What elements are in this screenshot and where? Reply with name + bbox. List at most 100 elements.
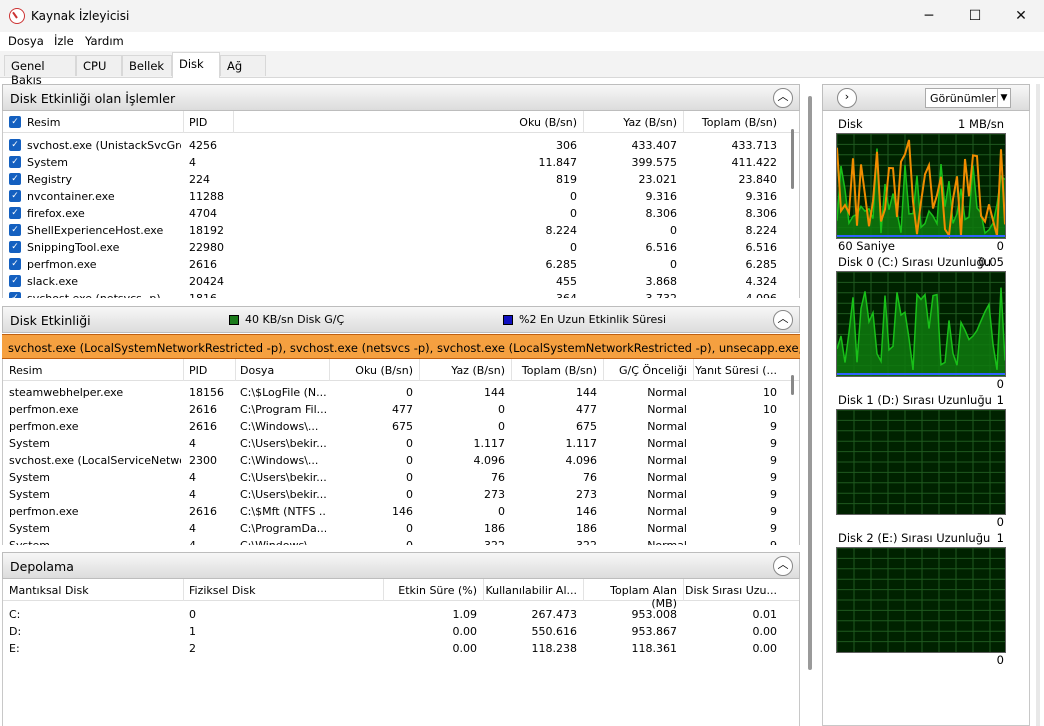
table-row[interactable]: C: 0 1.09 267.473 953.008 0.01	[3, 606, 799, 623]
table-row[interactable]: ✓ nvcontainer.exe 11288 0 9.316 9.316	[3, 188, 799, 205]
collapse-storage-icon[interactable]: ︿	[773, 556, 793, 576]
table-row[interactable]: System 4 C:\Users\bekir... 0 76 76 Normal 9	[3, 469, 799, 486]
graph-max-label: 1	[996, 531, 1004, 545]
table-row[interactable]: perfmon.exe 2616 C:\Windows\... 675 0 675 Norm…	[3, 418, 799, 435]
table-row[interactable]: ✓ System 4 11.847 399.575 411.422	[3, 154, 799, 171]
processes-panel-header[interactable]: Disk Etkinliği olan İşlemler ︿	[2, 84, 800, 111]
table-row[interactable]: System 4 C:\ProgramDa... 0 186 186 Normal 9	[3, 520, 799, 537]
busy-legend-swatch	[503, 315, 513, 325]
graph-plot	[836, 133, 1006, 239]
main-scrollbar[interactable]	[808, 96, 812, 670]
col-total[interactable]: Toplam (B/sn)	[511, 364, 597, 377]
table-row[interactable]: ✓ Registry 224 819 23.021 23.840	[3, 171, 799, 188]
storage-panel-header[interactable]: Depolama ︿	[2, 552, 800, 579]
col-write[interactable]: Yaz (B/sn)	[583, 116, 677, 129]
col-read[interactable]: Oku (B/sn)	[473, 116, 577, 129]
maximize-button[interactable]: ☐	[952, 0, 998, 32]
col-io-priority[interactable]: G/Ç Önceliği	[603, 364, 687, 377]
col-response-time[interactable]: Yanıt Süresi (...	[693, 364, 777, 377]
table-row[interactable]: E: 2 0.00 118.238 118.361 0.00	[3, 640, 799, 657]
disk-graph	[836, 409, 1006, 515]
filter-bar[interactable]: svchost.exe (LocalSystemNetworkRestricte…	[2, 334, 800, 359]
table-cell: C:\Windows\...	[240, 420, 319, 433]
table-row[interactable]: ✓ slack.exe 20424 455 3.868 4.324	[3, 273, 799, 290]
io-legend-label: 40 KB/sn Disk G/Ç	[245, 313, 345, 326]
col-available-space[interactable]: Kullanılabilir Al...	[483, 584, 577, 597]
table-cell: 9	[770, 522, 777, 535]
row-checkbox[interactable]: ✓	[9, 139, 21, 151]
tab-disk[interactable]: Disk	[172, 52, 220, 78]
table-cell: 144	[484, 386, 505, 399]
table-cell: System	[27, 156, 69, 169]
col-disk-queue[interactable]: Disk Sırası Uzu...	[683, 584, 777, 597]
row-checkbox[interactable]: ✓	[9, 190, 21, 202]
menu-file[interactable]: Dosya	[8, 34, 44, 48]
table-cell: 477	[576, 403, 597, 416]
row-checkbox[interactable]: ✓	[9, 207, 21, 219]
disk-activity-panel-header[interactable]: Disk Etkinliği 40 KB/sn Disk G/Ç %2 En U…	[2, 306, 800, 333]
table-row[interactable]: System 4 C:\Windows\... 0 322 322 Normal 9	[3, 537, 799, 545]
col-logical-disk[interactable]: Mantıksal Disk	[9, 584, 89, 597]
row-checkbox[interactable]: ✓	[9, 292, 21, 298]
table-cell: 0	[189, 608, 196, 621]
row-checkbox[interactable]: ✓	[9, 258, 21, 270]
col-file[interactable]: Dosya	[240, 364, 274, 377]
col-active-time[interactable]: Etkin Süre (%)	[383, 584, 477, 597]
table-row[interactable]: ✓ svchost.exe (netsvcs -p) 1816 364 3.732 4.0…	[3, 290, 799, 298]
tab-overview[interactable]: Genel Bakış	[4, 55, 76, 87]
table-row[interactable]: ✓ firefox.exe 4704 0 8.306 8.306	[3, 205, 799, 222]
table-row[interactable]: D: 1 0.00 550.616 953.867 0.00	[3, 623, 799, 640]
table-row[interactable]: ✓ svchost.exe (UnistackSvcGro... 4256 306 43…	[3, 137, 799, 154]
col-pid[interactable]: PID	[189, 116, 207, 129]
processes-scrollbar[interactable]	[791, 129, 794, 189]
col-read[interactable]: Oku (B/sn)	[329, 364, 413, 377]
row-checkbox[interactable]: ✓	[9, 156, 21, 168]
table-cell: 0	[406, 437, 413, 450]
table-row[interactable]: steamwebhelper.exe 18156 C:\$LogFile (N...…	[3, 384, 799, 401]
menu-monitor[interactable]: İzle	[54, 34, 74, 48]
table-cell: 4	[189, 539, 196, 545]
table-row[interactable]: perfmon.exe 2616 C:\$Mft (NTFS ... 146 0 146 N…	[3, 503, 799, 520]
minimize-button[interactable]: ─	[906, 0, 952, 32]
disk-graph	[836, 133, 1006, 239]
table-cell: 2300	[189, 454, 217, 467]
col-total[interactable]: Toplam (B/sn)	[683, 116, 777, 129]
table-row[interactable]: System 4 C:\Users\bekir... 0 1.117 1.117 Norma…	[3, 435, 799, 452]
row-checkbox[interactable]: ✓	[9, 241, 21, 253]
graph-pane-scrollbar[interactable]	[1036, 84, 1040, 726]
table-cell: 399.575	[631, 156, 678, 169]
close-button[interactable]: ✕	[998, 0, 1044, 32]
table-cell: 1.117	[565, 437, 598, 450]
chevron-down-icon[interactable]: ▼	[997, 88, 1011, 108]
col-image[interactable]: Resim	[9, 364, 42, 377]
table-row[interactable]: ✓ perfmon.exe 2616 6.285 0 6.285	[3, 256, 799, 273]
table-cell: E:	[9, 642, 20, 655]
col-image[interactable]: Resim	[27, 116, 60, 129]
table-row[interactable]: perfmon.exe 2616 C:\Program Fil... 477 0 477 N…	[3, 401, 799, 418]
table-row[interactable]: ✓ ShellExperienceHost.exe 18192 8.224 0 8.224	[3, 222, 799, 239]
row-checkbox[interactable]: ✓	[9, 275, 21, 287]
row-checkbox[interactable]: ✓	[9, 173, 21, 185]
menu-help[interactable]: Yardım	[85, 34, 124, 48]
window-title: Kaynak İzleyicisi	[31, 9, 130, 23]
expand-pane-icon[interactable]: ›	[837, 88, 857, 108]
collapse-processes-icon[interactable]: ︿	[773, 88, 793, 108]
table-cell: 433.713	[731, 139, 778, 152]
table-cell: 9.316	[745, 190, 778, 203]
table-row[interactable]: ✓ SnippingTool.exe 22980 0 6.516 6.516	[3, 239, 799, 256]
collapse-disk-activity-icon[interactable]: ︿	[773, 310, 793, 330]
row-checkbox[interactable]: ✓	[9, 224, 21, 236]
col-physical-disk[interactable]: Fiziksel Disk	[189, 584, 255, 597]
disk-activity-scrollbar[interactable]	[791, 375, 794, 395]
table-row[interactable]: svchost.exe (LocalServiceNetwo... 2300 C:\…	[3, 452, 799, 469]
tab-cpu[interactable]: CPU	[76, 55, 122, 76]
col-pid[interactable]: PID	[189, 364, 207, 377]
table-cell: 455	[556, 275, 577, 288]
table-cell: 550.616	[531, 625, 578, 638]
tab-network[interactable]: Ağ	[220, 55, 266, 76]
table-cell: 4	[189, 471, 196, 484]
select-all-checkbox[interactable]: ✓	[9, 116, 21, 128]
tab-memory[interactable]: Bellek	[122, 55, 172, 76]
col-write[interactable]: Yaz (B/sn)	[419, 364, 505, 377]
table-row[interactable]: System 4 C:\Users\bekir... 0 273 273 Normal 9	[3, 486, 799, 503]
